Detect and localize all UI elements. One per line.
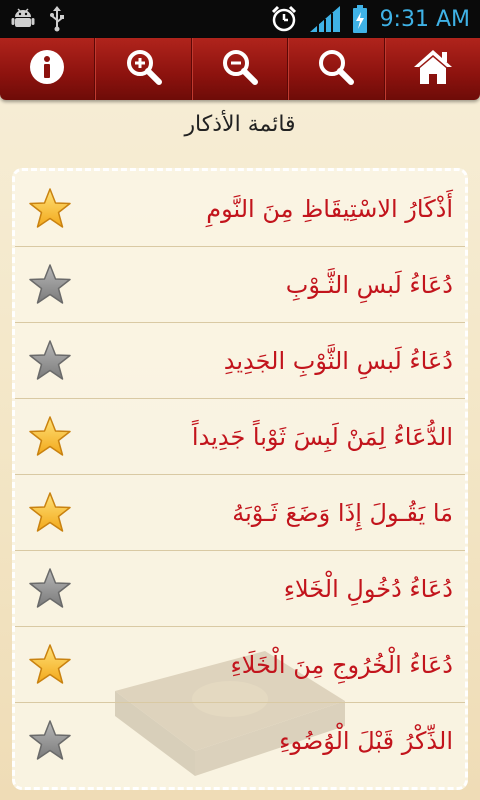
star-empty-icon[interactable]	[27, 262, 73, 308]
home-icon	[412, 47, 454, 91]
toolbar	[0, 38, 480, 100]
list-item-label: الذِّكْرُ قَبْلَ الْوُضُوءِ	[279, 727, 453, 755]
adhkar-list: أَذْكَارُ الاسْتِيقَاظِ مِنَ النَّومِ دُع…	[12, 168, 468, 790]
list-item[interactable]: مَا يَقُـولَ إِذَا وَضَعَ ثَـوْبَهُ	[15, 475, 465, 551]
status-bar-right: 9:31 AM	[270, 5, 470, 33]
list-item-label: أَذْكَارُ الاسْتِيقَاظِ مِنَ النَّومِ	[206, 194, 453, 223]
status-bar: 9:31 AM	[0, 0, 480, 38]
signal-icon	[309, 6, 340, 32]
star-empty-icon[interactable]	[27, 718, 73, 764]
info-icon	[28, 48, 66, 90]
star-filled-icon[interactable]	[27, 186, 73, 232]
list-item[interactable]: الذِّكْرُ قَبْلَ الْوُضُوءِ	[15, 703, 465, 779]
list-item-label: دُعَاءُ لَبسِ الثَّـوْبِ	[285, 270, 453, 299]
list-item[interactable]: الدُّعَاءُ لِمَنْ لَبِسَ ثَوْباً جَدِيدا…	[15, 399, 465, 475]
status-time: 9:31 AM	[379, 6, 470, 32]
search-button[interactable]	[288, 38, 385, 100]
list-item[interactable]: دُعَاءُ لَبسِ الثَّوْبِ الجَدِيدِ	[15, 323, 465, 399]
alarm-icon	[270, 5, 298, 33]
list-item-label: دُعَاءُ لَبسِ الثَّوْبِ الجَدِيدِ	[223, 346, 453, 375]
status-bar-left	[10, 6, 66, 32]
star-empty-icon[interactable]	[27, 566, 73, 612]
list-item-label: مَا يَقُـولَ إِذَا وَضَعَ ثَـوْبَهُ	[232, 498, 453, 527]
usb-icon	[48, 6, 66, 32]
info-button[interactable]	[0, 38, 96, 100]
star-filled-icon[interactable]	[27, 490, 73, 536]
page-title: قائمة الأذكار	[184, 112, 296, 137]
list-item[interactable]: دُعَاءُ الْخُرُوجِ مِنَ الْخَلَاءِ	[15, 627, 465, 703]
star-filled-icon[interactable]	[27, 414, 73, 460]
list-item-label: دُعَاءُ الْخُرُوجِ مِنَ الْخَلَاءِ	[230, 650, 454, 679]
list-item-label: دُعَاءُ دُخُولِ الْخَلاءِ	[283, 574, 453, 603]
home-button[interactable]	[384, 38, 480, 100]
list-item[interactable]: دُعَاءُ دُخُولِ الْخَلاءِ	[15, 551, 465, 627]
list-item[interactable]: أَذْكَارُ الاسْتِيقَاظِ مِنَ النَّومِ	[15, 171, 465, 247]
zoom-out-button[interactable]	[191, 38, 289, 100]
zoom-in-icon	[124, 47, 164, 91]
list-item[interactable]: دُعَاءُ لَبسِ الثَّـوْبِ	[15, 247, 465, 323]
zoom-out-icon	[220, 47, 260, 91]
android-debug-icon	[10, 6, 36, 32]
zoom-in-button[interactable]	[95, 38, 192, 100]
battery-charging-icon	[352, 5, 368, 33]
list-item-label: الدُّعَاءُ لِمَنْ لَبِسَ ثَوْباً جَدِيدا…	[191, 422, 453, 451]
star-empty-icon[interactable]	[27, 338, 73, 384]
search-icon	[316, 47, 356, 91]
star-filled-icon[interactable]	[27, 642, 73, 688]
list-rows: أَذْكَارُ الاسْتِيقَاظِ مِنَ النَّومِ دُع…	[15, 171, 465, 779]
